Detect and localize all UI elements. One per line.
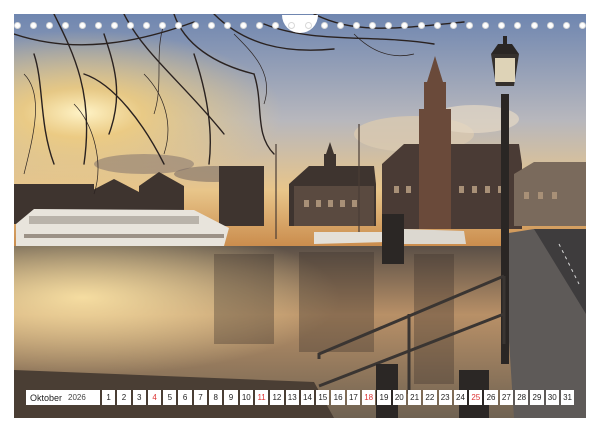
month-calendar-strip: Oktober 2026 1 2 3 4 5 6 7 8 9 10 11 12 13 14 15 16 17 18… [26,390,575,405]
calendar-day: 23 [438,390,452,405]
calendar-day: 13 [285,390,299,405]
calendar-day: 16 [331,390,345,405]
calendar-day: 5 [163,390,177,405]
calendar-day: 17 [346,390,361,405]
harbor-sunset-photo [14,14,586,418]
calendar-page: Oktober 2026 1 2 3 4 5 6 7 8 9 10 11 12 13 14 15 16 17 18… [0,0,600,432]
calendar-day: 26 [484,390,498,405]
calendar-day: 19 [377,390,391,405]
calendar-day: 20 [392,390,406,405]
calendar-day: 1 [102,390,116,405]
calendar-day: 8 [209,390,223,405]
calendar-day: 10 [239,390,253,405]
month-label: Oktober 2026 [26,390,100,405]
calendar-day: 25 [469,390,483,405]
calendar-day: 2 [117,390,131,405]
calendar-day: 11 [254,390,269,405]
calendar-day: 7 [193,390,208,405]
calendar-day: 14 [300,390,315,405]
calendar-day: 31 [560,390,575,405]
calendar-day: 24 [453,390,468,405]
calendar-day: 9 [224,390,238,405]
calendar-day: 29 [530,390,544,405]
calendar-day: 22 [423,390,437,405]
calendar-day: 4 [147,390,162,405]
year-label: 2026 [68,393,86,402]
calendar-day: 27 [499,390,514,405]
calendar-day: 15 [316,390,330,405]
calendar-day: 12 [270,390,284,405]
calendar-day: 21 [407,390,422,405]
month-name: Oktober [30,392,63,403]
calendar-day: 18 [362,390,376,405]
calendar-day: 28 [515,390,529,405]
calendar-day: 30 [545,390,559,405]
calendar-day: 6 [178,390,192,405]
photo-illustration [14,14,586,418]
calendar-day: 3 [132,390,146,405]
